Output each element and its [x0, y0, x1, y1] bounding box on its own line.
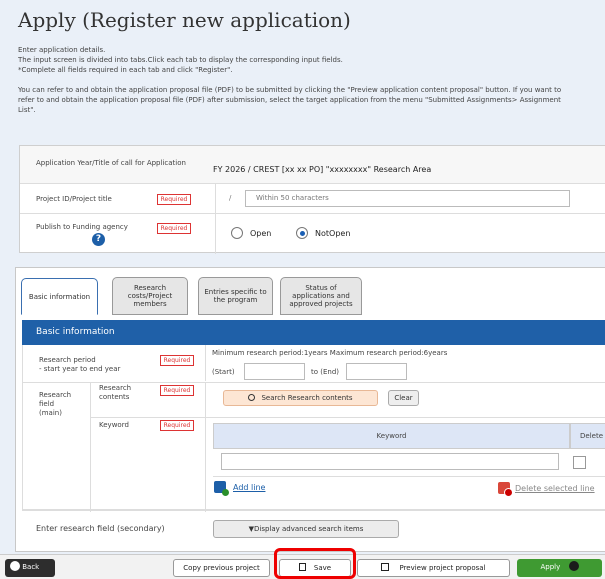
- publish-open-radio[interactable]: [231, 227, 243, 239]
- publish-notopen-label: NotOpen: [315, 229, 351, 238]
- required-badge: Required: [160, 355, 194, 366]
- intro-line: Enter application details.: [18, 46, 106, 54]
- contents-label: Research contents: [99, 384, 132, 401]
- add-line-icon: [214, 481, 229, 496]
- intro-line: The input screen is divided into tabs.Cl…: [18, 56, 343, 64]
- apply-arrow-icon: [568, 561, 579, 571]
- intro-line: refer to and obtain the application prop…: [18, 96, 561, 104]
- intro-line: List".: [18, 106, 36, 114]
- start-label: (Start): [212, 368, 235, 376]
- back-arrow-icon: [10, 561, 20, 571]
- section-header: Basic information: [22, 320, 605, 345]
- add-line-link[interactable]: Add line: [233, 483, 265, 492]
- delete-line-icon: [498, 482, 513, 497]
- project-label: Project ID/Project title: [36, 195, 112, 203]
- required-badge: Required: [160, 420, 194, 431]
- call-info-panel: Application Year/Title of call for Appli…: [19, 145, 605, 254]
- delete-selected-line-link[interactable]: Delete selected line: [515, 484, 595, 493]
- search-icon: [248, 394, 256, 401]
- delete-column-header: Delete: [570, 423, 605, 449]
- keyword-label: Keyword: [99, 421, 129, 429]
- search-research-contents-button[interactable]: Search Research contents: [223, 390, 378, 406]
- period-hint: Minimum research period:1years Maximum r…: [212, 349, 448, 357]
- end-label: to (End): [311, 368, 340, 376]
- keyword-column-header: Keyword: [213, 423, 570, 449]
- display-advanced-search-button[interactable]: ▼Display advanced search items: [213, 520, 399, 538]
- save-icon: [298, 563, 306, 571]
- project-row: Project ID/Project title Required / With…: [20, 184, 605, 214]
- publish-row: Publish to Funding agency ? Required Ope…: [20, 214, 605, 254]
- project-id-prefix: /: [229, 194, 232, 202]
- field-main-label: Research field (main): [39, 391, 72, 417]
- intro-line: *Complete all fields required in each ta…: [18, 66, 233, 74]
- tab-basic-information[interactable]: Basic information: [21, 278, 98, 315]
- tab-status-applications[interactable]: Status of applications and approved proj…: [280, 277, 362, 315]
- apply-button[interactable]: Apply: [517, 559, 602, 577]
- publish-notopen-radio[interactable]: [296, 227, 308, 239]
- tab-research-costs[interactable]: Research costs/Project members: [112, 277, 188, 315]
- publish-open-label: Open: [250, 229, 272, 238]
- period-sub-label: - start year to end year: [39, 365, 121, 373]
- field-secondary-label: Enter research field (secondary): [36, 524, 165, 533]
- intro-text: Enter application details. The input scr…: [18, 45, 605, 115]
- clear-button[interactable]: Clear: [388, 390, 419, 406]
- preview-icon: [381, 563, 390, 571]
- copy-previous-button[interactable]: Copy previous project: [173, 559, 270, 577]
- help-icon[interactable]: ?: [92, 233, 105, 246]
- footer-toolbar: Back Copy previous project Save Preview …: [0, 554, 605, 579]
- basic-info-form: Research period - start year to end year…: [22, 345, 605, 512]
- intro-line: You can refer to and obtain the applicat…: [18, 86, 562, 94]
- delete-row-checkbox[interactable]: [573, 456, 586, 469]
- tab-entries-specific[interactable]: Entries specific to the program: [198, 277, 273, 315]
- project-title-input[interactable]: Within 50 characters: [245, 190, 570, 207]
- end-year-input[interactable]: [346, 363, 407, 380]
- keyword-input[interactable]: [221, 453, 559, 470]
- call-year-value: FY 2026 / CREST [xx xx PO] "xxxxxxxx" Re…: [213, 165, 432, 174]
- required-badge: Required: [157, 194, 191, 205]
- call-year-row: Application Year/Title of call for Appli…: [20, 146, 605, 184]
- page-title: Apply (Register new application): [18, 8, 351, 32]
- period-label: Research period: [39, 356, 96, 364]
- required-badge: Required: [160, 385, 194, 396]
- preview-project-proposal-button[interactable]: Preview project proposal: [357, 559, 510, 577]
- call-year-label: Application Year/Title of call for Appli…: [36, 159, 186, 167]
- back-button[interactable]: Back: [5, 559, 55, 577]
- save-button[interactable]: Save: [279, 559, 351, 577]
- required-badge: Required: [157, 223, 191, 234]
- application-tabs-panel: Basic information Research costs/Project…: [15, 267, 605, 552]
- publish-label: Publish to Funding agency: [36, 223, 128, 231]
- start-year-input[interactable]: [244, 363, 305, 380]
